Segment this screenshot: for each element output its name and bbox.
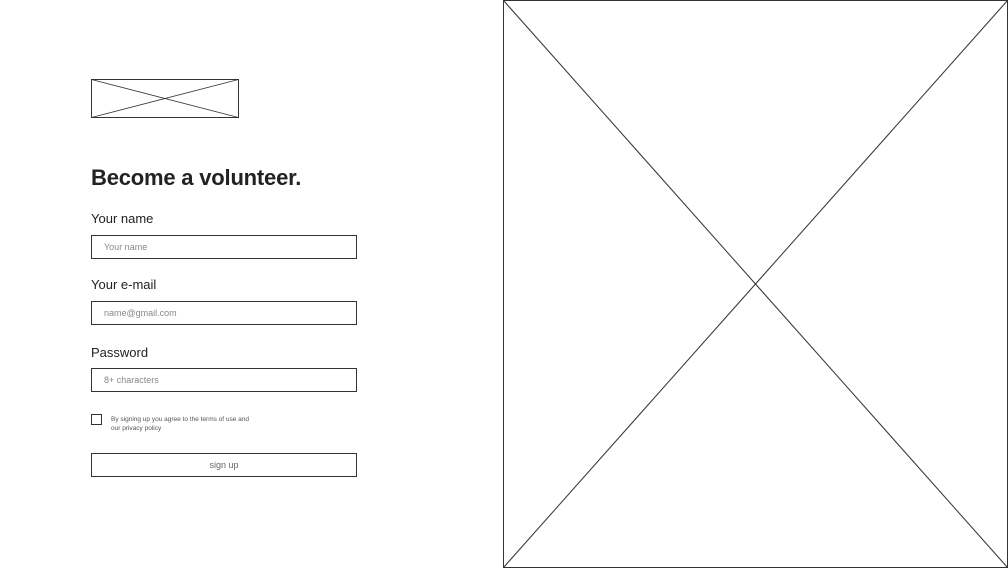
hero-image-placeholder-graphic <box>503 0 1008 568</box>
sign-up-button[interactable]: sign up <box>91 453 357 477</box>
email-input[interactable] <box>91 301 357 325</box>
terms-checkbox[interactable] <box>91 414 102 425</box>
name-label: Your name <box>91 211 154 226</box>
page-title: Become a volunteer. <box>91 165 302 190</box>
logo-placeholder-graphic <box>91 79 239 118</box>
logo-placeholder-icon <box>91 79 239 118</box>
password-input[interactable] <box>91 368 357 392</box>
password-label: Password <box>91 345 149 360</box>
terms-text: By signing up you agree to the terms of … <box>111 415 291 433</box>
email-label: Your e-mail <box>91 277 157 292</box>
terms-text-line1: By signing up you agree to the terms of … <box>111 416 250 423</box>
hero-image-placeholder-icon <box>503 0 1008 568</box>
terms-text-line2: our privacy policy <box>111 425 162 432</box>
name-input[interactable] <box>91 235 357 259</box>
